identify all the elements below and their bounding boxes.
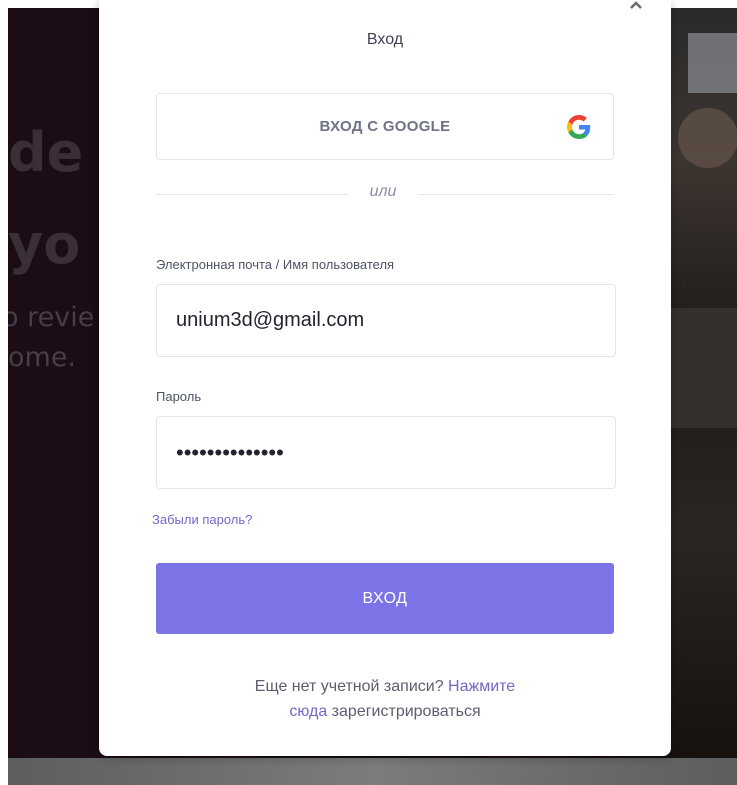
google-login-label: ВХОД С GOOGLE — [319, 118, 451, 135]
login-modal: Вход ВХОД С GOOGLE или Электронная почта… — [99, 0, 671, 756]
modal-title: Вход — [366, 31, 404, 48]
signup-link-2[interactable]: сюда — [289, 703, 327, 720]
signup-link-1[interactable]: Нажмите — [448, 678, 515, 695]
or-text: или — [369, 183, 397, 200]
email-label: Электронная почта / Имя пользователя — [156, 257, 395, 272]
background-heading-line1: de — [8, 121, 84, 184]
login-submit-button[interactable]: ВХОД — [156, 563, 614, 634]
password-field[interactable] — [176, 417, 596, 488]
signup-prompt: Еще нет учетной записи? Нажмите сюда зар… — [99, 674, 671, 724]
forgot-password-link[interactable]: Забыли пароль? — [152, 512, 252, 527]
background-subtext-line2: ome. — [8, 342, 77, 373]
password-label: Пароль — [156, 389, 202, 404]
password-field-box[interactable] — [156, 416, 616, 489]
bottom-bar — [8, 758, 737, 785]
email-field[interactable] — [176, 285, 596, 356]
signup-text-1: Еще нет учетной записи? — [254, 678, 449, 695]
signup-text-2: зарегистрироваться — [327, 703, 481, 720]
google-icon — [567, 115, 591, 139]
google-login-button[interactable]: ВХОД С GOOGLE — [156, 93, 614, 160]
chevron-up-icon — [630, 1, 642, 9]
close-button[interactable] — [627, 0, 645, 14]
background-subtext-line1: o revie — [8, 302, 95, 333]
or-divider: или — [156, 183, 614, 207]
background-heading-line2: yo — [8, 213, 81, 276]
email-field-box[interactable] — [156, 284, 616, 357]
